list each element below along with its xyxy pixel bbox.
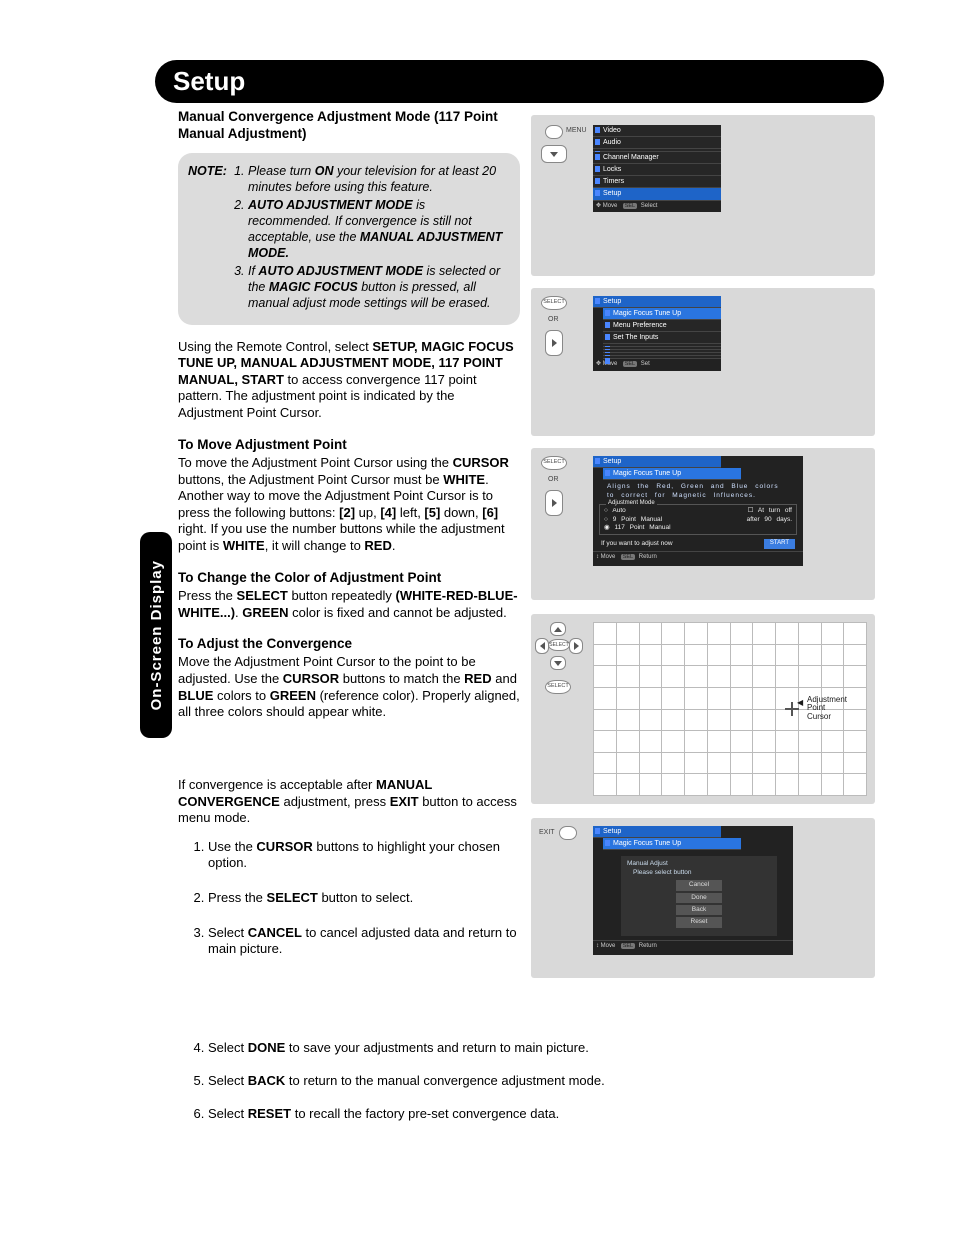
note-list: Please turn ON your television for at le… <box>232 163 508 311</box>
osd-mode-label: Adjustment Mode <box>606 500 657 508</box>
intro-paragraph: Using the Remote Control, select SETUP, … <box>178 339 520 422</box>
remote-or-label: OR <box>548 316 559 323</box>
osd-button-panel: Manual Adjust Please select button Cance… <box>621 856 777 936</box>
remote-menu-button <box>545 125 563 139</box>
menu-footer: ↕ Move SEL Return <box>593 940 793 953</box>
osd-main-menu: Video Audio Channel Manager Locks Timers… <box>593 125 721 212</box>
menu-item-selected: Magic Focus Tune Up <box>603 308 721 320</box>
osd-screenshot-4: SELECT SELECT ◀ Adjustment Point Cursor <box>531 614 875 804</box>
osd-focus-panel: Setup Magic Focus Tune Up Aligns the Red… <box>593 456 803 566</box>
menu-item-selected: Setup <box>593 188 721 200</box>
paragraph-move: To move the Adjustment Point Cursor usin… <box>178 455 520 555</box>
subheading-move: To Move Adjustment Point <box>178 436 520 453</box>
note-box: NOTE: Please turn ON your television for… <box>178 153 520 325</box>
menu-item: Menu Preference <box>603 320 721 332</box>
osd-button: Reset <box>676 917 722 927</box>
remote-menu-label: MENU <box>566 127 587 134</box>
remote-right-button <box>569 638 583 654</box>
osd-button: Done <box>676 893 722 903</box>
note-item: Please turn ON your television for at le… <box>248 163 508 195</box>
menu-item: Channel Manager <box>593 152 721 164</box>
osd-setup-title: Setup <box>593 296 721 308</box>
step-item: Select RESET to recall the factory pre-s… <box>208 1106 818 1121</box>
menu-footer: ✥ Move SEL Set <box>593 359 721 371</box>
osd-button: Back <box>676 905 722 915</box>
menu-footer: ↕ Move SEL Return <box>593 551 803 564</box>
osd-desc: Aligns the Red, Green and Blue colors <box>607 483 797 491</box>
step-item: Use the CURSOR buttons to highlight your… <box>208 839 520 872</box>
note-item: AUTO ADJUSTMENT MODE is recommended. If … <box>248 197 508 261</box>
section-heading: Manual Convergence Adjustment Mode (117 … <box>178 108 520 143</box>
panel-heading: Manual Adjust <box>627 860 771 868</box>
remote-exit-button <box>559 826 577 840</box>
step-item: Select DONE to save your adjustments and… <box>208 1040 818 1055</box>
remote-select-button: SELECT <box>548 639 570 651</box>
menu-item: Video <box>593 125 721 137</box>
page-title-bar: Setup <box>155 60 884 103</box>
remote-exit-label: EXIT <box>539 829 555 836</box>
menu-item: Locks <box>593 164 721 176</box>
remote-up-button <box>550 622 566 636</box>
remote-right-button <box>545 490 563 516</box>
paragraph-adjust: Move the Adjustment Point Cursor to the … <box>178 654 520 721</box>
osd-button: Cancel <box>676 880 722 890</box>
remote-left-button <box>535 638 549 654</box>
osd-title: Setup <box>593 826 721 838</box>
osd-desc: to correct for Magnetic Influences. <box>607 492 797 500</box>
step-item: Select BACK to return to the manual conv… <box>208 1073 818 1088</box>
triangle-down-icon <box>550 152 558 157</box>
menu-item: Set The Inputs <box>603 332 721 344</box>
steps-list-top: Use the CURSOR buttons to highlight your… <box>178 839 520 958</box>
panel-message: Please select button <box>633 869 771 877</box>
note-label: NOTE: <box>188 163 227 179</box>
side-tab: On-Screen Display <box>140 532 172 738</box>
side-tab-text: On-Screen Display <box>148 560 165 710</box>
note-item: If AUTO ADJUSTMENT MODE is selected or t… <box>248 263 508 311</box>
remote-select-button: SELECT <box>541 296 567 310</box>
osd-prompt: If you want to adjust now <box>601 540 673 548</box>
triangle-left-icon: ◀ <box>797 699 803 707</box>
osd-mode-box: Adjustment Mode ○ Auto ☐ At turn off ○ 9… <box>599 504 797 535</box>
osd-start-button: START <box>764 539 795 549</box>
osd-title: Setup <box>593 456 721 468</box>
menu-item: Timers <box>593 176 721 188</box>
osd-setup-menu: Setup Magic Focus Tune Up Menu Preferenc… <box>593 296 721 371</box>
osd-manual-adjust-panel: Setup Magic Focus Tune Up Manual Adjust … <box>593 826 793 955</box>
osd-screenshot-5: EXIT Setup Magic Focus Tune Up Manual Ad… <box>531 818 875 978</box>
remote-select-button: SELECT <box>545 680 571 694</box>
remote-or-label: OR <box>548 476 559 483</box>
step-item: Press the SELECT button to select. <box>208 890 520 907</box>
convergence-grid: ◀ Adjustment Point Cursor <box>593 622 867 796</box>
paragraph-color: Press the SELECT button repeatedly (WHIT… <box>178 588 520 621</box>
osd-subtitle: Magic Focus Tune Up <box>603 468 741 480</box>
page-title-text: Setup <box>173 66 245 96</box>
triangle-right-icon <box>552 499 557 507</box>
remote-select-button: SELECT <box>541 456 567 470</box>
osd-screenshot-1: MENU Video Audio Channel Manager Locks T… <box>531 115 875 276</box>
body-text-column: Manual Convergence Adjustment Mode (117 … <box>178 108 520 976</box>
remote-right-button <box>545 330 563 356</box>
steps-list-wide: Select DONE to save your adjustments and… <box>178 1040 818 1139</box>
osd-screenshot-2: SELECT OR Setup Magic Focus Tune Up Menu… <box>531 288 875 436</box>
step-item: Select CANCEL to cancel adjusted data an… <box>208 925 520 958</box>
subheading-adjust: To Adjust the Convergence <box>178 635 520 652</box>
subheading-color: To Change the Color of Adjustment Point <box>178 569 520 586</box>
osd-subtitle: Magic Focus Tune Up <box>603 838 741 850</box>
menu-footer: ✥ Move SEL Select <box>593 201 721 213</box>
menu-item: Audio <box>593 137 721 149</box>
osd-screenshot-3: SELECT OR Setup Magic Focus Tune Up Alig… <box>531 448 875 600</box>
triangle-right-icon <box>552 339 557 347</box>
paragraph-after: If convergence is acceptable after MANUA… <box>178 777 520 827</box>
cursor-callout: ◀ Adjustment Point Cursor <box>807 696 847 721</box>
menu-item <box>603 356 721 359</box>
remote-down-button <box>541 145 567 163</box>
remote-down-button <box>550 656 566 670</box>
